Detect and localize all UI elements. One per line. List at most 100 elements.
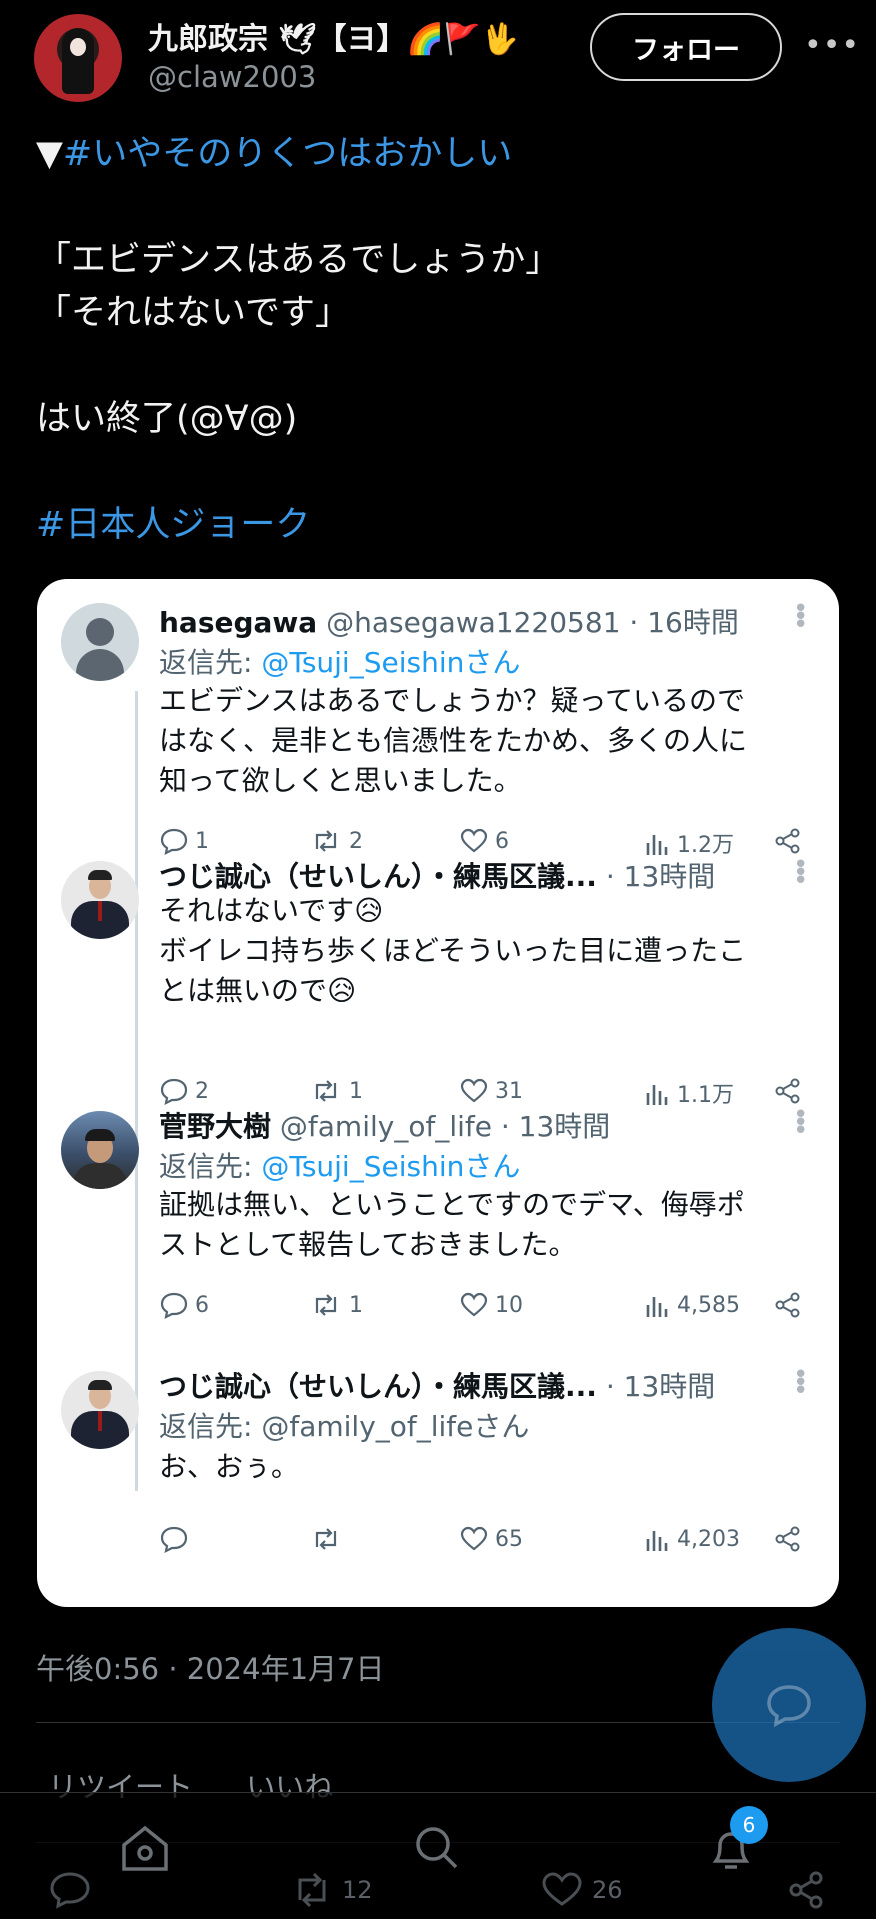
- heart-icon: [460, 1078, 488, 1103]
- share-icon: [773, 1525, 803, 1553]
- reply-line: お、おぅ。: [159, 1450, 300, 1483]
- comment-icon[interactable]: [48, 1870, 92, 1910]
- count: 1: [349, 1292, 363, 1318]
- view-count: 4,585: [645, 1291, 740, 1319]
- retweet-count: [309, 1525, 349, 1553]
- count: 10: [495, 1292, 523, 1318]
- tweet-line: はい終了(@∀@): [36, 399, 298, 439]
- heart-icon: [460, 828, 488, 853]
- reply-count: [159, 1525, 195, 1553]
- reply-meta: · 13時間: [596, 860, 716, 893]
- hashtag-link[interactable]: #日本人ジョーク: [36, 505, 310, 545]
- reply-header: hasegawa @hasegawa1220581 · 16時間: [159, 601, 739, 641]
- triangle-marker: ▼: [36, 134, 63, 174]
- tweet-line-empty: [36, 181, 836, 234]
- retweet-count: 2: [309, 827, 363, 855]
- like-count: 65: [459, 1525, 523, 1553]
- retweet-icon: [298, 1872, 326, 1908]
- comment-icon: [160, 1292, 188, 1319]
- reply-count: 1: [159, 827, 209, 855]
- compose-reply-button[interactable]: [712, 1628, 866, 1782]
- tweet-body: ▼#いやそのりくつはおかしい 「エビデンスはあるでしょうか」 「それはないです」…: [36, 128, 836, 552]
- view-count: 1.1万: [645, 1077, 734, 1109]
- reply-to-label: 返信先:: [159, 1410, 262, 1443]
- reply-line: ボイレコ持ち歩くほどそういった目に遭ったこ: [159, 934, 747, 967]
- reply-meta: · 13時間: [596, 1370, 716, 1403]
- retweet-count: 1: [309, 1291, 363, 1319]
- views-icon: [646, 1085, 668, 1105]
- follow-button[interactable]: フォロー: [590, 13, 782, 81]
- more-vertical-icon: • • •: [793, 1360, 809, 1406]
- count: 6: [195, 1292, 209, 1318]
- embedded-thread-image[interactable]: hasegawa @hasegawa1220581 · 16時間 • • • 返信先…: [37, 579, 839, 1607]
- count: 4,585: [677, 1292, 740, 1318]
- reply-to: 返信先: @family_of_lifeさん: [159, 1405, 529, 1445]
- thread-connector: [135, 691, 138, 1491]
- home-icon[interactable]: [118, 1823, 172, 1877]
- view-count: 4,203: [645, 1525, 740, 1553]
- reply-to-label: 返信先:: [159, 646, 262, 679]
- more-vertical-icon: • • •: [793, 850, 809, 896]
- reply-author-name: つじ誠心（せいしん）・練馬区議...: [159, 860, 597, 893]
- count: 65: [495, 1526, 523, 1552]
- avatar: [61, 603, 139, 681]
- count: 6: [495, 828, 509, 854]
- count: 31: [495, 1078, 523, 1104]
- author-handle[interactable]: @claw2003: [148, 60, 316, 94]
- share-icon[interactable]: [786, 1870, 826, 1910]
- like-count: 6: [459, 827, 509, 855]
- views-icon: [646, 1531, 668, 1551]
- reply-meta: @hasegawa1220581 · 16時間: [326, 606, 739, 639]
- retweet-icon: [315, 830, 337, 852]
- reply-line: はなく、是非とも信憑性をたかめ、多くの人に: [159, 724, 748, 757]
- like-count: 31: [459, 1077, 523, 1105]
- heart-icon: [460, 1292, 488, 1317]
- retweet-total: 12: [342, 1876, 373, 1904]
- hashtag-link[interactable]: #いやそのりくつはおかしい: [63, 134, 512, 174]
- like-count: 10: [459, 1291, 523, 1319]
- author-avatar[interactable]: [34, 14, 122, 102]
- reply-header: 菅野大樹 @family_of_life · 13時間: [159, 1105, 610, 1145]
- author-display-name[interactable]: 九郎政宗 🕊【ヨ】🌈🚩🖖: [148, 14, 519, 58]
- tweet-line-empty: [36, 446, 836, 499]
- avatar: [61, 1371, 139, 1449]
- count: 2: [195, 1078, 209, 1104]
- reply-count: 6: [159, 1291, 209, 1319]
- tweet-line: #日本人ジョーク: [36, 499, 836, 552]
- reply-line: ストとして報告しておきました。: [159, 1228, 577, 1261]
- reply-body: エビデンスはあるでしょうか？疑っているので はなく、是非とも信憑性をたかめ、多く…: [159, 681, 819, 801]
- count: 4,203: [677, 1526, 740, 1552]
- tweet-line: 「それはないです」: [36, 293, 350, 333]
- reply-count: 2: [159, 1077, 209, 1105]
- retweet-action[interactable]: 12: [290, 1870, 373, 1910]
- compose-icon: [767, 1685, 811, 1728]
- heart-icon: [542, 1872, 582, 1906]
- reply-meta: @family_of_life · 13時間: [271, 1110, 611, 1143]
- more-vertical-icon: • • •: [793, 1100, 809, 1146]
- retweet-count: 1: [309, 1077, 363, 1105]
- reply-line: とは無いので😥: [159, 974, 357, 1007]
- tweet-line: 「エビデンスはあるでしょうか」: [36, 240, 561, 280]
- tweet-timestamp: 午後0:56 · 2024年1月7日: [36, 1652, 385, 1686]
- mention: @Tsuji_Seishinさん: [261, 1150, 521, 1183]
- count: 1.1万: [677, 1083, 734, 1108]
- like-action[interactable]: 26: [540, 1870, 623, 1910]
- more-options-icon[interactable]: •••: [804, 28, 860, 63]
- tweet-header: 九郎政宗 🕊【ヨ】🌈🚩🖖 @claw2003 フォロー •••: [0, 0, 876, 110]
- search-icon[interactable]: [410, 1823, 464, 1877]
- reply-to: 返信先: @Tsuji_Seishinさん: [159, 1145, 520, 1185]
- more-vertical-icon: • • •: [793, 594, 809, 640]
- reply-to: 返信先: @Tsuji_Seishinさん: [159, 641, 520, 681]
- heart-icon: [460, 1526, 488, 1551]
- retweet-icon: [315, 1528, 337, 1550]
- tweet-line-empty: [36, 340, 836, 393]
- reply-actions: 6 1 10 4,585: [159, 1291, 819, 1327]
- avatar: [61, 861, 139, 939]
- mention: @Tsuji_Seishinさん: [261, 646, 521, 679]
- like-total: 26: [592, 1876, 623, 1904]
- share-icon: [773, 1291, 803, 1319]
- reply-line: それはないです😥: [159, 894, 384, 927]
- count: 1: [195, 828, 209, 854]
- notification-badge: 6: [730, 1806, 768, 1844]
- views-icon: [646, 835, 668, 855]
